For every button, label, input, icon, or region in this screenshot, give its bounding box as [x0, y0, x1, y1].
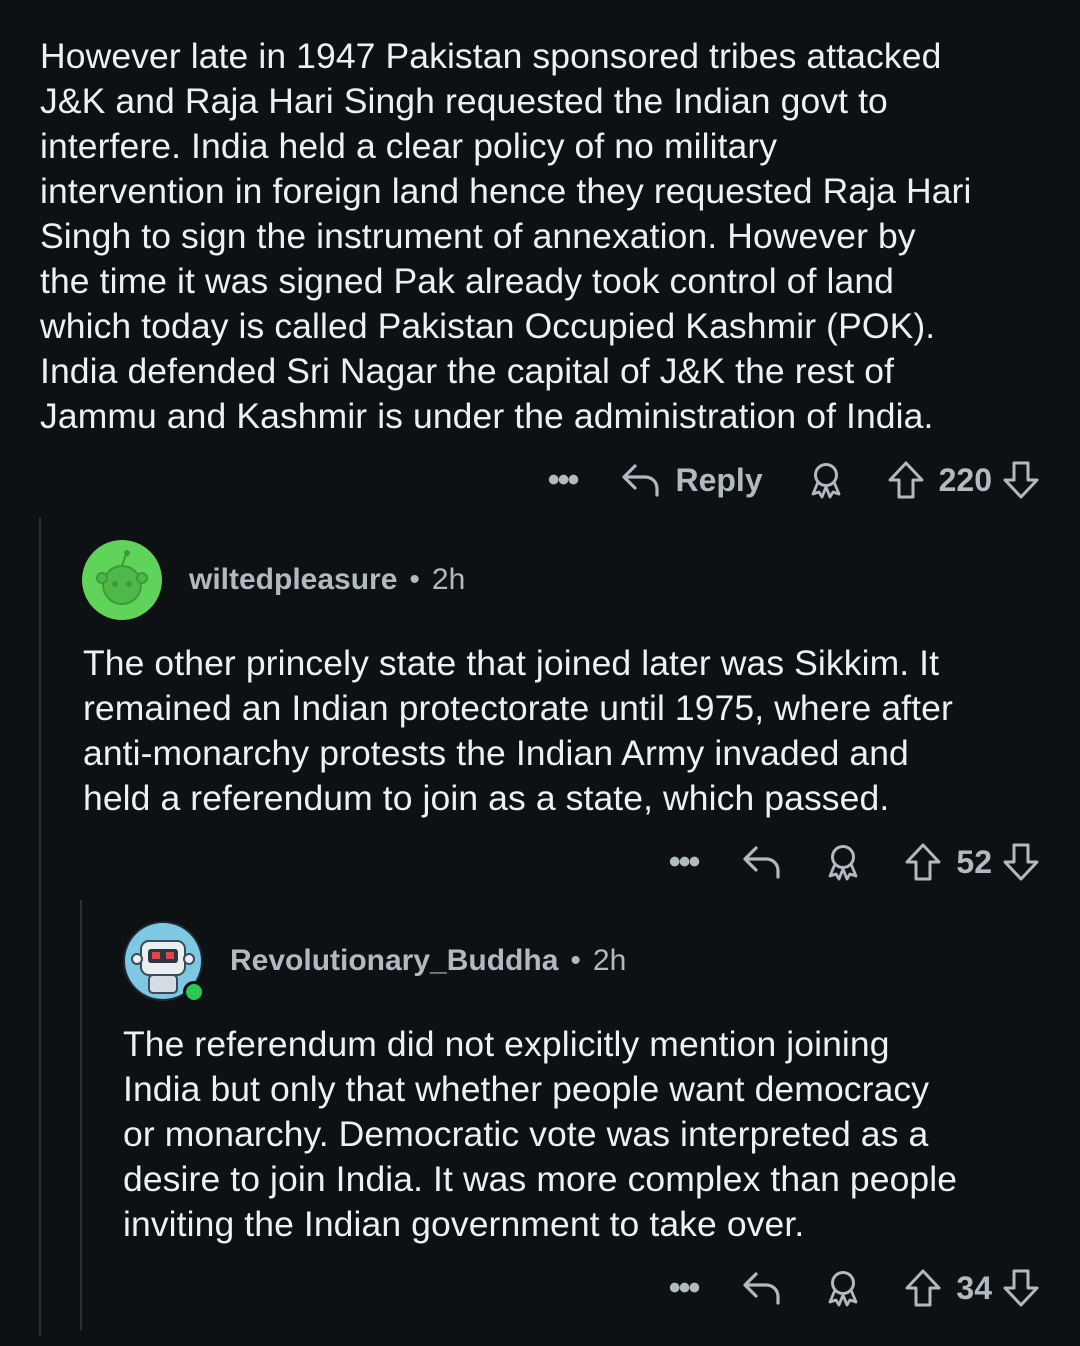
upvote-icon	[905, 1269, 941, 1307]
award-icon	[811, 463, 841, 499]
timestamp: 2h	[592, 944, 627, 977]
more-options-button[interactable]: •••	[668, 843, 701, 881]
username[interactable]: wiltedpleasure	[189, 563, 397, 597]
reply-button[interactable]	[742, 844, 782, 880]
avatar[interactable]	[82, 540, 162, 620]
award-button[interactable]	[824, 843, 862, 881]
comment-body: The referendum did not explicitly mentio…	[123, 1024, 958, 1244]
vote-score: 34	[956, 1269, 992, 1306]
timestamp: 2h	[431, 563, 466, 596]
downvote-button[interactable]	[1002, 842, 1040, 882]
downvote-button[interactable]	[1002, 460, 1040, 500]
award-button[interactable]	[824, 1269, 862, 1307]
comment-actions: ••• 34	[669, 1258, 1040, 1318]
downvote-button[interactable]	[1002, 1268, 1040, 1308]
award-button[interactable]	[807, 461, 845, 499]
reply-icon	[743, 846, 781, 879]
vote-score: 220	[938, 461, 992, 498]
online-status-icon	[183, 981, 205, 1003]
downvote-icon	[1003, 461, 1039, 499]
upvote-icon	[888, 461, 924, 499]
comment-author-row: wiltedpleasure • 2h	[82, 540, 465, 620]
reply-button[interactable]	[742, 1270, 782, 1306]
reply-button[interactable]: Reply	[621, 461, 763, 499]
comment-actions: ••• Reply 220	[548, 450, 1040, 510]
upvote-icon	[905, 843, 941, 881]
downvote-icon	[1003, 1269, 1039, 1307]
comment-actions: ••• 52	[669, 832, 1040, 892]
downvote-icon	[1003, 843, 1039, 881]
comment-body: However late in 1947 Pakistan sponsored …	[40, 36, 972, 436]
vote-score: 52	[956, 843, 992, 880]
thread-line-level-2[interactable]	[80, 900, 82, 1330]
reply-icon	[622, 464, 660, 497]
comment-author-row: Revolutionary_Buddha • 2h	[123, 921, 627, 1003]
username[interactable]: Revolutionary_Buddha	[230, 944, 558, 978]
award-icon	[829, 1271, 858, 1307]
upvote-button[interactable]	[904, 1268, 942, 1308]
separator-dot: •	[570, 944, 581, 977]
separator-dot: •	[409, 563, 420, 596]
reply-icon	[743, 1272, 781, 1305]
more-icon: •••	[547, 461, 580, 499]
more-icon: •••	[668, 1269, 701, 1307]
comment-body: The other princely state that joined lat…	[83, 643, 953, 818]
snoo-avatar-icon	[96, 550, 148, 605]
more-options-button[interactable]: •••	[547, 461, 580, 499]
award-icon	[829, 845, 858, 881]
more-icon: •••	[668, 843, 701, 881]
more-options-button[interactable]: •••	[668, 1269, 701, 1307]
reply-label: Reply	[675, 461, 763, 498]
thread-line-level-1[interactable]	[39, 518, 41, 1336]
avatar[interactable]	[123, 921, 205, 1003]
upvote-button[interactable]	[904, 842, 942, 882]
upvote-button[interactable]	[887, 460, 925, 500]
